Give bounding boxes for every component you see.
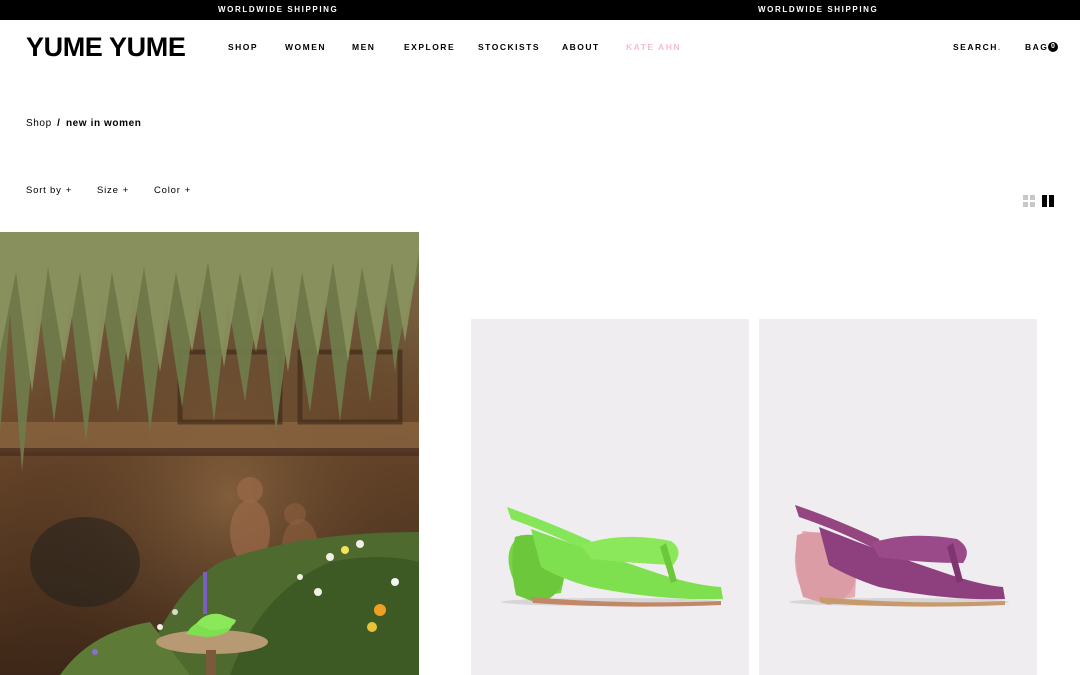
nav-stockists[interactable]: STOCKISTS	[478, 41, 540, 53]
purple-heart-heel-sandal-image	[789, 505, 1009, 607]
nav-explore[interactable]: EXPLORE	[404, 41, 455, 53]
nav-about[interactable]: ABOUT	[562, 41, 600, 53]
bag-label: BAG	[1025, 42, 1049, 52]
sort-by-label: Sort by	[26, 185, 62, 196]
breadcrumb: Shop / new in women	[26, 117, 141, 130]
plus-icon: +	[65, 185, 73, 196]
shipping-ticker: WORLDWIDE SHIPPING WORLDWIDE SHIPPING	[0, 0, 1080, 20]
breadcrumb-separator: /	[57, 118, 61, 129]
ticker-text: WORLDWIDE SHIPPING	[218, 5, 339, 14]
nav-shop[interactable]: SHOP	[228, 41, 258, 53]
product-card[interactable]	[471, 319, 749, 675]
editorial-hero-image[interactable]	[0, 232, 419, 675]
size-label: Size	[97, 185, 119, 196]
brand-logo[interactable]: YUME YUME	[26, 31, 186, 63]
nav-men[interactable]: MEN	[352, 41, 375, 53]
ticker-text: WORLDWIDE SHIPPING	[758, 5, 879, 14]
grid-4-icon[interactable]	[1023, 195, 1035, 207]
nav-women[interactable]: WOMEN	[285, 41, 326, 53]
size-filter[interactable]: Size +	[97, 185, 129, 197]
plus-icon: +	[122, 185, 130, 196]
breadcrumb-shop[interactable]: Shop	[26, 118, 52, 129]
grid-2-icon[interactable]	[1042, 195, 1054, 207]
bag-count-badge: 0	[1048, 42, 1058, 52]
search-label: SEARCH	[953, 42, 998, 52]
hero-illustration	[0, 232, 419, 675]
nav-kate-ahn[interactable]: KATE AHN	[626, 41, 681, 53]
search-button[interactable]: SEARCH.	[953, 41, 1002, 53]
product-card[interactable]	[759, 319, 1037, 675]
sort-by-filter[interactable]: Sort by +	[26, 185, 72, 197]
breadcrumb-current: new in women	[65, 118, 142, 129]
bag-button[interactable]: BAG	[1025, 41, 1048, 53]
color-label: Color	[154, 185, 181, 196]
color-filter[interactable]: Color +	[154, 185, 191, 197]
text-cursor-icon: .	[997, 42, 1002, 52]
plus-icon: +	[184, 185, 192, 196]
green-heart-heel-sandal-image	[501, 507, 723, 607]
